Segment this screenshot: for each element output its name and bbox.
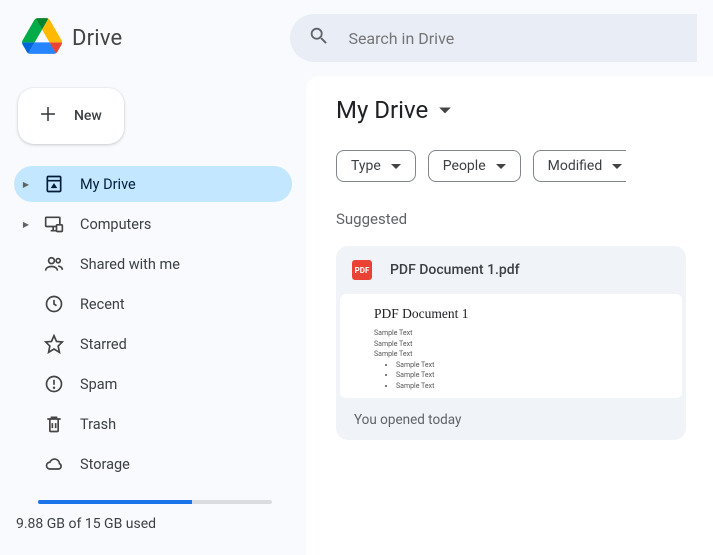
storage-text: 9.88 GB of 15 GB used [14, 516, 292, 532]
sidebar-item-label: Starred [80, 336, 127, 353]
filter-label: Modified [548, 158, 603, 174]
new-button[interactable]: New [18, 88, 124, 144]
trash-icon [44, 414, 64, 434]
breadcrumb[interactable]: My Drive [336, 96, 713, 124]
drive-logo-icon [22, 18, 62, 58]
new-button-label: New [74, 108, 102, 124]
sidebar-item-recent[interactable]: ▶ Recent [14, 286, 292, 322]
filter-type[interactable]: Type [336, 150, 416, 182]
sidebar-item-trash[interactable]: ▶ Trash [14, 406, 292, 442]
cloud-icon [44, 454, 64, 474]
sidebar-item-storage[interactable]: ▶ Storage [14, 446, 292, 482]
sidebar-item-label: Computers [80, 216, 151, 233]
computer-icon [44, 214, 64, 234]
people-icon [44, 254, 64, 274]
star-icon [44, 334, 64, 354]
file-title: PDF Document 1.pdf [390, 262, 520, 278]
expand-icon: ▶ [22, 220, 30, 229]
clock-icon [44, 294, 64, 314]
drive-icon [44, 174, 64, 194]
storage-meter [14, 500, 292, 504]
file-preview: PDF Document 1 Sample Text Sample Text S… [340, 294, 682, 398]
sidebar-item-spam[interactable]: ▶ Spam [14, 366, 292, 402]
sidebar-item-shared[interactable]: ▶ Shared with me [14, 246, 292, 282]
caret-down-icon [612, 158, 622, 174]
caret-down-icon [496, 158, 506, 174]
sidebar-item-starred[interactable]: ▶ Starred [14, 326, 292, 362]
filter-label: Type [351, 158, 381, 174]
suggested-heading: Suggested [336, 210, 713, 228]
breadcrumb-title: My Drive [336, 96, 428, 124]
sidebar-item-label: Spam [80, 376, 117, 393]
sidebar-item-label: My Drive [80, 176, 136, 193]
app-title: Drive [72, 26, 122, 51]
sidebar-item-label: Trash [80, 416, 116, 433]
search-bar[interactable] [290, 14, 697, 62]
expand-icon: ▶ [22, 180, 30, 189]
filter-modified[interactable]: Modified [533, 150, 627, 182]
sidebar-item-label: Storage [80, 456, 130, 473]
plus-icon [36, 102, 60, 130]
sidebar-item-label: Shared with me [80, 256, 180, 273]
filter-people[interactable]: People [428, 150, 521, 182]
pdf-icon: PDF [352, 260, 372, 280]
search-icon [308, 25, 330, 51]
preview-title: PDF Document 1 [374, 306, 648, 322]
sidebar-item-label: Recent [80, 296, 125, 313]
search-input[interactable] [348, 29, 679, 48]
filter-label: People [443, 158, 486, 174]
spam-icon [44, 374, 64, 394]
chevron-down-icon [438, 101, 452, 120]
sidebar-item-my-drive[interactable]: ▶ My Drive [14, 166, 292, 202]
sidebar-item-computers[interactable]: ▶ Computers [14, 206, 292, 242]
caret-down-icon [391, 158, 401, 174]
file-card[interactable]: PDF PDF Document 1.pdf PDF Document 1 Sa… [336, 246, 686, 440]
file-meta: You opened today [336, 398, 686, 440]
